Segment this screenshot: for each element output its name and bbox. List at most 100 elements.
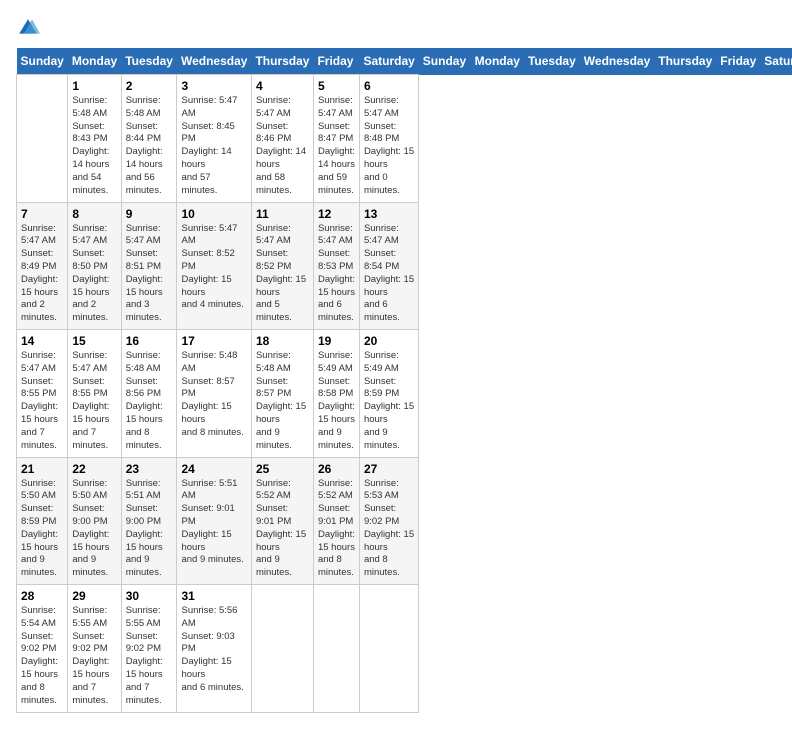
day-info: Sunrise: 5:56 AM Sunset: 9:03 PM Dayligh… [181, 605, 246, 695]
day-number: 11 [256, 207, 309, 221]
day-info: Sunrise: 5:48 AM Sunset: 8:57 PM Dayligh… [181, 350, 246, 440]
calendar-cell: 18Sunrise: 5:48 AM Sunset: 8:57 PM Dayli… [251, 330, 313, 458]
day-info: Sunrise: 5:47 AM Sunset: 8:53 PM Dayligh… [318, 223, 355, 326]
column-header-wednesday: Wednesday [580, 48, 654, 75]
day-info: Sunrise: 5:48 AM Sunset: 8:56 PM Dayligh… [126, 350, 173, 453]
calendar-cell: 17Sunrise: 5:48 AM Sunset: 8:57 PM Dayli… [177, 330, 251, 458]
column-header-monday: Monday [68, 48, 121, 75]
calendar-cell: 6 Sunrise: 5:47 AM Sunset: 8:48 PM Daylig… [359, 75, 418, 203]
calendar-week-row: 21 Sunrise: 5:50 AM Sunset: 8:59 PM Dayli… [17, 457, 792, 585]
logo [16, 16, 44, 40]
calendar-week-row: 1Sunrise: 5:48 AM Sunset: 8:43 PM Daylig… [17, 75, 792, 203]
day-number: 3 [181, 79, 246, 93]
calendar-cell: 19Sunrise: 5:49 AM Sunset: 8:58 PM Dayli… [313, 330, 359, 458]
day-number: 15 [72, 334, 116, 348]
day-info: Sunrise: 5:50 AM Sunset: 9:00 PM Dayligh… [72, 478, 116, 581]
day-number: 29 [72, 589, 116, 603]
day-number: 2 [126, 79, 173, 93]
page-header [16, 16, 776, 40]
day-info: Sunrise: 5:47 AM Sunset: 8:48 PM Dayligh… [364, 95, 414, 198]
calendar-table: SundayMondayTuesdayWednesdayThursdayFrid… [16, 48, 792, 713]
calendar-cell: 1Sunrise: 5:48 AM Sunset: 8:43 PM Daylig… [68, 75, 121, 203]
calendar-cell: 20Sunrise: 5:49 AM Sunset: 8:59 PM Dayli… [359, 330, 418, 458]
day-info: Sunrise: 5:47 AM Sunset: 8:46 PM Dayligh… [256, 95, 309, 198]
day-number: 14 [21, 334, 63, 348]
day-number: 24 [181, 462, 246, 476]
calendar-cell: 26Sunrise: 5:52 AM Sunset: 9:01 PM Dayli… [313, 457, 359, 585]
day-number: 21 [21, 462, 63, 476]
calendar-cell: 15 Sunrise: 5:47 AM Sunset: 8:55 PM Dayli… [68, 330, 121, 458]
day-number: 7 [21, 207, 63, 221]
column-header-tuesday: Tuesday [524, 48, 580, 75]
calendar-cell: 30Sunrise: 5:55 AM Sunset: 9:02 PM Dayli… [121, 585, 177, 713]
calendar-cell: 5Sunrise: 5:47 AM Sunset: 8:47 PM Daylig… [313, 75, 359, 203]
day-number: 18 [256, 334, 309, 348]
day-number: 23 [126, 462, 173, 476]
day-number: 25 [256, 462, 309, 476]
calendar-cell [251, 585, 313, 713]
column-header-friday: Friday [313, 48, 359, 75]
day-number: 8 [72, 207, 116, 221]
calendar-cell: 16 Sunrise: 5:48 AM Sunset: 8:56 PM Dayli… [121, 330, 177, 458]
column-header-thursday: Thursday [654, 48, 716, 75]
day-info: Sunrise: 5:47 AM Sunset: 8:49 PM Dayligh… [21, 223, 63, 326]
day-number: 6 [364, 79, 414, 93]
calendar-cell: 14Sunrise: 5:47 AM Sunset: 8:55 PM Dayli… [17, 330, 68, 458]
day-info: Sunrise: 5:51 AM Sunset: 9:01 PM Dayligh… [181, 478, 246, 568]
day-info: Sunrise: 5:47 AM Sunset: 8:54 PM Dayligh… [364, 223, 414, 326]
day-info: Sunrise: 5:51 AM Sunset: 9:00 PM Dayligh… [126, 478, 173, 581]
column-header-sunday: Sunday [419, 48, 471, 75]
column-header-thursday: Thursday [251, 48, 313, 75]
day-info: Sunrise: 5:52 AM Sunset: 9:01 PM Dayligh… [318, 478, 355, 581]
day-info: Sunrise: 5:48 AM Sunset: 8:44 PM Dayligh… [126, 95, 173, 198]
calendar-cell [17, 75, 68, 203]
calendar-cell: 25 Sunrise: 5:52 AM Sunset: 9:01 PM Dayli… [251, 457, 313, 585]
column-header-tuesday: Tuesday [121, 48, 177, 75]
day-info: Sunrise: 5:53 AM Sunset: 9:02 PM Dayligh… [364, 478, 414, 581]
calendar-header-row: SundayMondayTuesdayWednesdayThursdayFrid… [17, 48, 792, 75]
calendar-cell: 4 Sunrise: 5:47 AM Sunset: 8:46 PM Daylig… [251, 75, 313, 203]
day-info: Sunrise: 5:50 AM Sunset: 8:59 PM Dayligh… [21, 478, 63, 581]
logo-icon [16, 16, 40, 40]
day-number: 12 [318, 207, 355, 221]
day-info: Sunrise: 5:52 AM Sunset: 9:01 PM Dayligh… [256, 478, 309, 581]
calendar-cell: 8Sunrise: 5:47 AM Sunset: 8:50 PM Daylig… [68, 202, 121, 330]
calendar-cell: 2 Sunrise: 5:48 AM Sunset: 8:44 PM Daylig… [121, 75, 177, 203]
calendar-cell: 13 Sunrise: 5:47 AM Sunset: 8:54 PM Dayli… [359, 202, 418, 330]
calendar-cell: 9 Sunrise: 5:47 AM Sunset: 8:51 PM Daylig… [121, 202, 177, 330]
day-number: 5 [318, 79, 355, 93]
day-info: Sunrise: 5:55 AM Sunset: 9:02 PM Dayligh… [72, 605, 116, 708]
day-number: 4 [256, 79, 309, 93]
column-header-friday: Friday [716, 48, 760, 75]
calendar-week-row: 7 Sunrise: 5:47 AM Sunset: 8:49 PM Daylig… [17, 202, 792, 330]
column-header-wednesday: Wednesday [177, 48, 251, 75]
day-number: 16 [126, 334, 173, 348]
calendar-cell: 27Sunrise: 5:53 AM Sunset: 9:02 PM Dayli… [359, 457, 418, 585]
day-number: 10 [181, 207, 246, 221]
day-number: 19 [318, 334, 355, 348]
calendar-cell: 10 Sunrise: 5:47 AM Sunset: 8:52 PM Dayli… [177, 202, 251, 330]
calendar-cell: 31Sunrise: 5:56 AM Sunset: 9:03 PM Dayli… [177, 585, 251, 713]
column-header-monday: Monday [471, 48, 524, 75]
calendar-cell: 24 Sunrise: 5:51 AM Sunset: 9:01 PM Dayli… [177, 457, 251, 585]
day-info: Sunrise: 5:47 AM Sunset: 8:55 PM Dayligh… [72, 350, 116, 453]
calendar-cell: 7 Sunrise: 5:47 AM Sunset: 8:49 PM Daylig… [17, 202, 68, 330]
day-info: Sunrise: 5:47 AM Sunset: 8:52 PM Dayligh… [181, 223, 246, 313]
calendar-cell: 22 Sunrise: 5:50 AM Sunset: 9:00 PM Dayli… [68, 457, 121, 585]
day-number: 28 [21, 589, 63, 603]
calendar-cell: 29 Sunrise: 5:55 AM Sunset: 9:02 PM Dayli… [68, 585, 121, 713]
calendar-cell: 12 Sunrise: 5:47 AM Sunset: 8:53 PM Dayli… [313, 202, 359, 330]
day-info: Sunrise: 5:47 AM Sunset: 8:51 PM Dayligh… [126, 223, 173, 326]
column-header-sunday: Sunday [17, 48, 68, 75]
day-number: 30 [126, 589, 173, 603]
calendar-cell: 23 Sunrise: 5:51 AM Sunset: 9:00 PM Dayli… [121, 457, 177, 585]
calendar-cell: 3 Sunrise: 5:47 AM Sunset: 8:45 PM Daylig… [177, 75, 251, 203]
day-number: 9 [126, 207, 173, 221]
day-info: Sunrise: 5:48 AM Sunset: 8:43 PM Dayligh… [72, 95, 116, 198]
column-header-saturday: Saturday [760, 48, 792, 75]
calendar-cell [313, 585, 359, 713]
calendar-week-row: 14 Sunrise: 5:47 AM Sunset: 8:55 PM Dayli… [17, 330, 792, 458]
day-info: Sunrise: 5:47 AM Sunset: 8:45 PM Dayligh… [181, 95, 246, 198]
day-number: 22 [72, 462, 116, 476]
day-number: 13 [364, 207, 414, 221]
